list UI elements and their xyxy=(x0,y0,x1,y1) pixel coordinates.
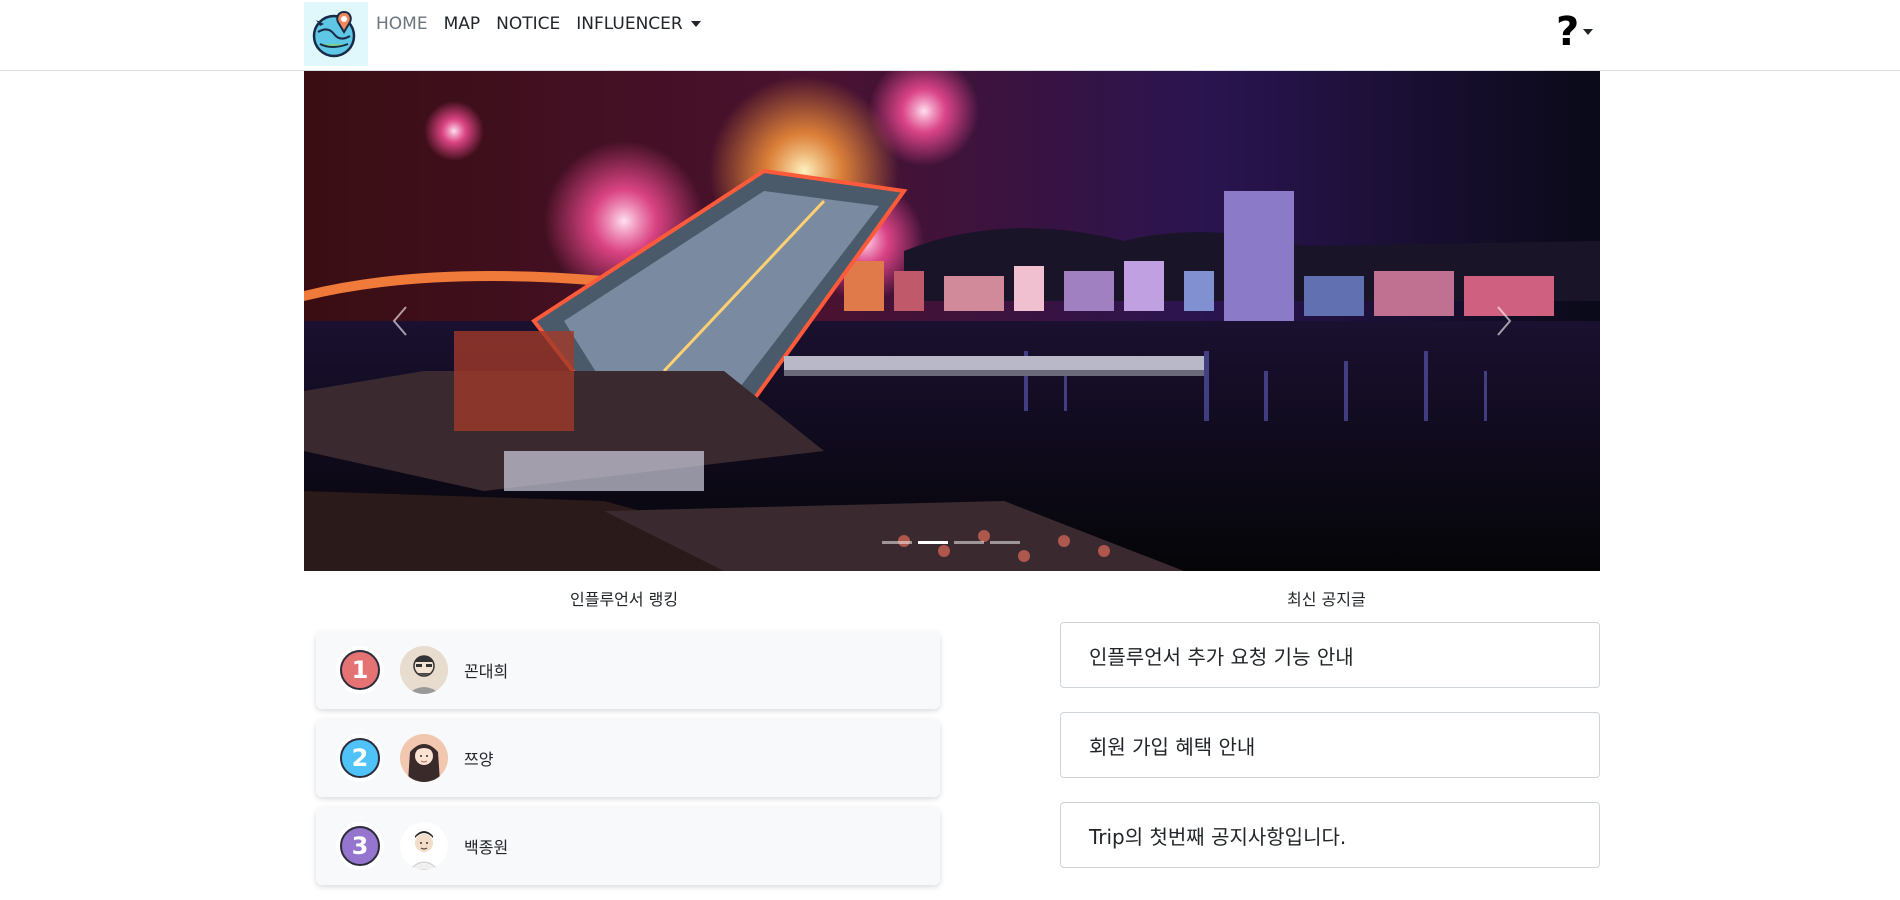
notices-title: 최신 공지글 xyxy=(1287,590,1366,609)
carousel-prev-button[interactable] xyxy=(380,296,420,346)
ranking-item[interactable]: 2 쯔양 xyxy=(316,719,940,797)
help-dropdown[interactable]: ? xyxy=(1556,8,1594,56)
carousel-indicators xyxy=(882,541,1020,544)
carousel-indicator[interactable] xyxy=(990,541,1020,544)
caret-down-icon xyxy=(690,21,701,27)
globe-travel-logo-icon xyxy=(312,10,356,58)
nav-influencer-dropdown[interactable]: INFLUENCER xyxy=(576,14,701,34)
carousel-indicator-active[interactable] xyxy=(918,541,948,544)
carousel-slide-image xyxy=(304,71,1600,571)
nav-links: HOME MAP NOTICE INFLUENCER xyxy=(376,14,701,34)
influencer-name: 백종원 xyxy=(464,838,509,857)
ranking-item[interactable]: 3 백종원 xyxy=(316,807,940,885)
influencer-name: 쯔양 xyxy=(464,750,494,769)
hero-carousel xyxy=(304,71,1600,571)
influencer-name: 꼰대희 xyxy=(464,662,509,681)
navbar: HOME MAP NOTICE INFLUENCER ? xyxy=(0,0,1900,71)
rank-badge: 1 xyxy=(336,646,384,694)
ranking-title: 인플루언서 랭킹 xyxy=(570,590,679,609)
avatar xyxy=(400,646,448,694)
notice-item[interactable]: 인플루언서 추가 요청 기능 안내 xyxy=(1060,622,1600,688)
caret-down-icon xyxy=(1583,29,1594,35)
carousel-indicator[interactable] xyxy=(882,541,912,544)
notice-item[interactable]: Trip의 첫번째 공지사항입니다. xyxy=(1060,802,1600,868)
notice-item[interactable]: 회원 가입 혜택 안내 xyxy=(1060,712,1600,778)
avatar xyxy=(400,822,448,870)
avatar xyxy=(400,734,448,782)
nav-map-link[interactable]: MAP xyxy=(444,14,481,34)
chevron-left-icon xyxy=(392,306,407,336)
carousel-next-button[interactable] xyxy=(1484,296,1524,346)
rank-badge: 2 xyxy=(336,734,384,782)
help-icon: ? xyxy=(1556,9,1580,55)
nav-notice-link[interactable]: NOTICE xyxy=(496,14,560,34)
brand-logo[interactable] xyxy=(304,2,368,66)
nav-home-link[interactable]: HOME xyxy=(376,14,428,34)
ranking-item[interactable]: 1 꼰대희 xyxy=(316,631,940,709)
rank-badge: 3 xyxy=(336,822,384,870)
chevron-right-icon xyxy=(1497,306,1512,336)
carousel-indicator[interactable] xyxy=(954,541,984,544)
